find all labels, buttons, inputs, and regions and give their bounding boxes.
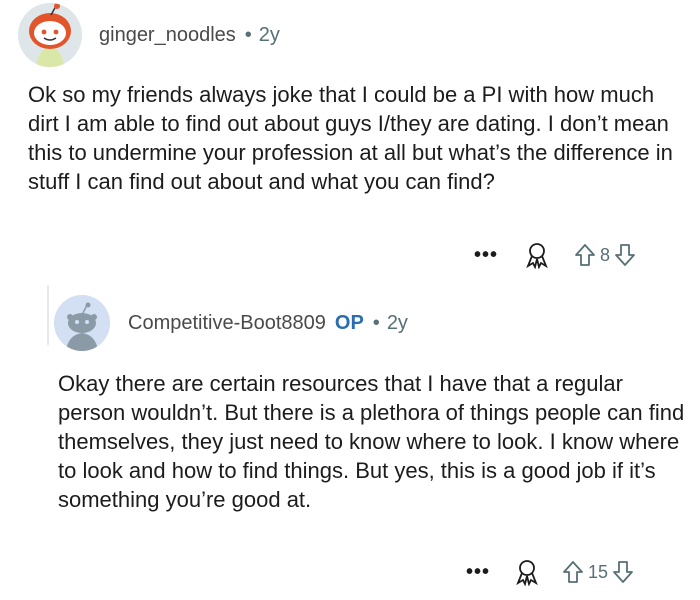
comment-meta: Competitive-Boot8809 OP • 2y (128, 312, 408, 335)
avatar[interactable] (54, 295, 110, 351)
username[interactable]: Competitive-Boot8809 (128, 312, 326, 335)
thread-line (47, 285, 49, 345)
separator-dot: • (244, 24, 252, 46)
vote-count: 8 (600, 244, 611, 265)
separator-dot: • (372, 312, 380, 334)
downvote-arrow-icon[interactable] (614, 243, 636, 267)
comment-actions: ••• 8 (474, 240, 636, 270)
comment-body: Ok so my friends always joke that I coul… (28, 82, 673, 194)
comment-meta: ginger_noodles • 2y (99, 24, 280, 47)
comment-actions: ••• 15 (466, 557, 634, 587)
more-options-button[interactable]: ••• (474, 245, 498, 265)
more-options-button[interactable]: ••• (466, 562, 490, 582)
upvote-arrow-icon[interactable] (562, 560, 584, 584)
default-snoo-avatar-icon (54, 295, 110, 351)
downvote-arrow-icon[interactable] (612, 560, 634, 584)
comment-age: 2y (258, 24, 280, 46)
username[interactable]: ginger_noodles (99, 24, 236, 47)
comment-age: 2y (386, 312, 408, 334)
snoo-avatar-icon (18, 3, 82, 67)
award-icon[interactable] (524, 241, 550, 269)
upvote-arrow-icon[interactable] (574, 243, 596, 267)
award-icon[interactable] (514, 558, 540, 586)
vote-count: 15 (588, 561, 609, 582)
comment-body: Okay there are certain resources that I … (58, 371, 685, 512)
op-badge: OP (334, 312, 364, 334)
avatar[interactable] (18, 3, 82, 67)
